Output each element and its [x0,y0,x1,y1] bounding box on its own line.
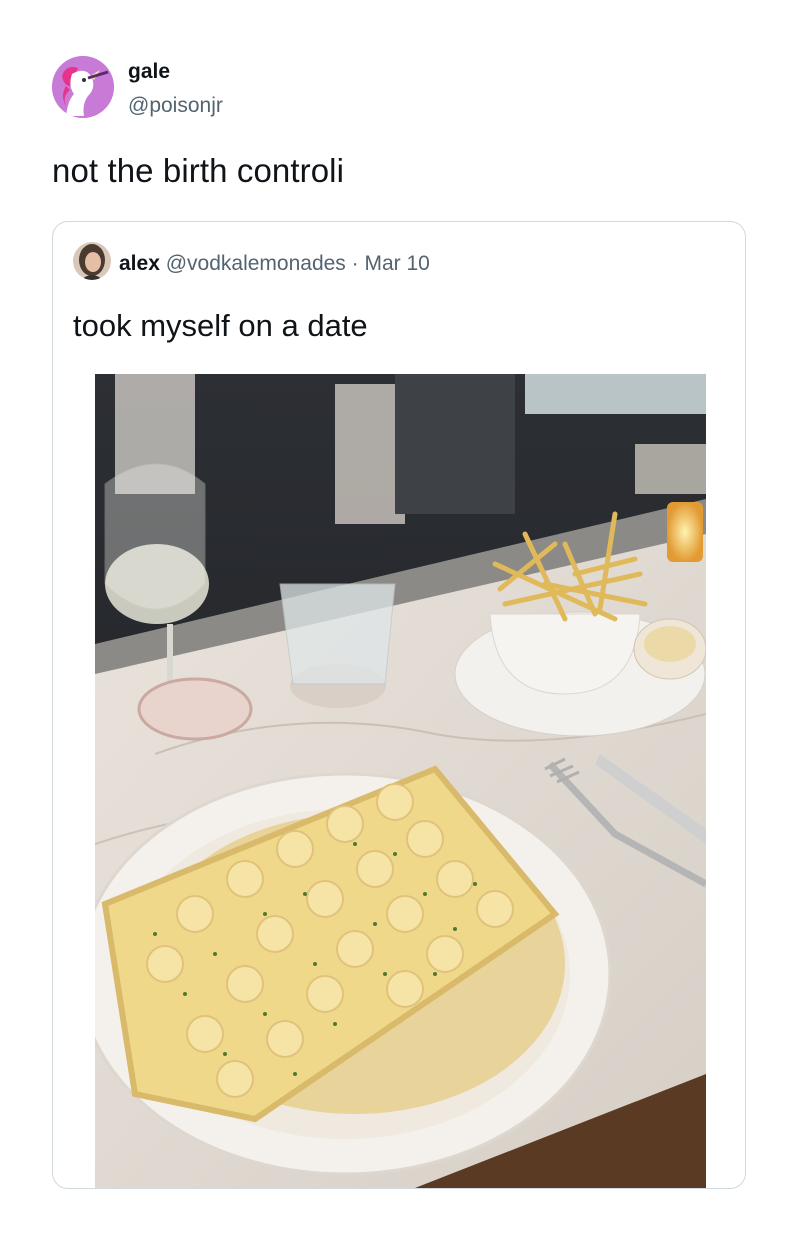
quoted-tweet-card[interactable]: alex @vodkalemonades · Mar 10 took mysel… [52,221,746,1189]
author-handle[interactable]: @poisonjr [128,94,223,118]
quoted-author-handle[interactable]: @vodkalemonades [166,252,346,275]
unicorn-avatar-icon [52,56,114,118]
food-photo-image [95,374,706,1188]
tweet-photo[interactable] [95,374,706,1188]
quoted-tweet-meta: alex @vodkalemonades · Mar 10 [119,252,430,276]
author-name[interactable]: gale [128,60,170,84]
quoted-tweet-date[interactable]: Mar 10 [365,252,430,275]
meta-separator: · [351,252,359,275]
person-avatar-icon [73,242,111,280]
quoted-tweet-text: took myself on a date [73,308,368,343]
quoted-author-name[interactable]: alex [119,252,160,275]
tweet-text: not the birth controli [52,152,345,189]
author-avatar[interactable] [52,56,114,118]
quoted-author-avatar[interactable] [73,242,111,280]
